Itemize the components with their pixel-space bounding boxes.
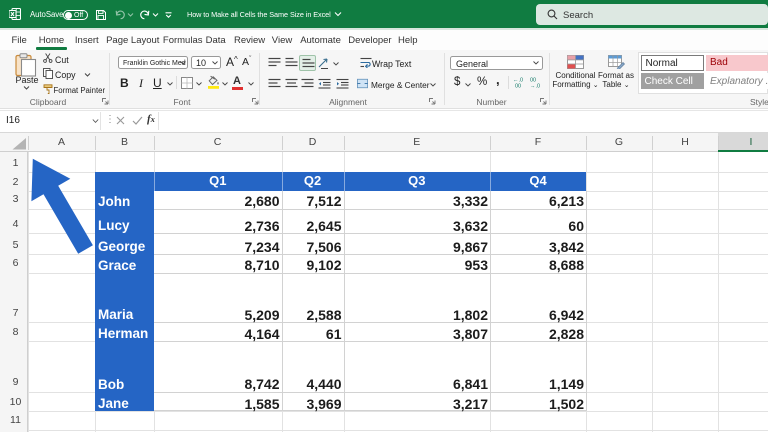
svg-text:→.0: →.0 <box>530 84 540 89</box>
svg-text:00: 00 <box>515 84 521 89</box>
